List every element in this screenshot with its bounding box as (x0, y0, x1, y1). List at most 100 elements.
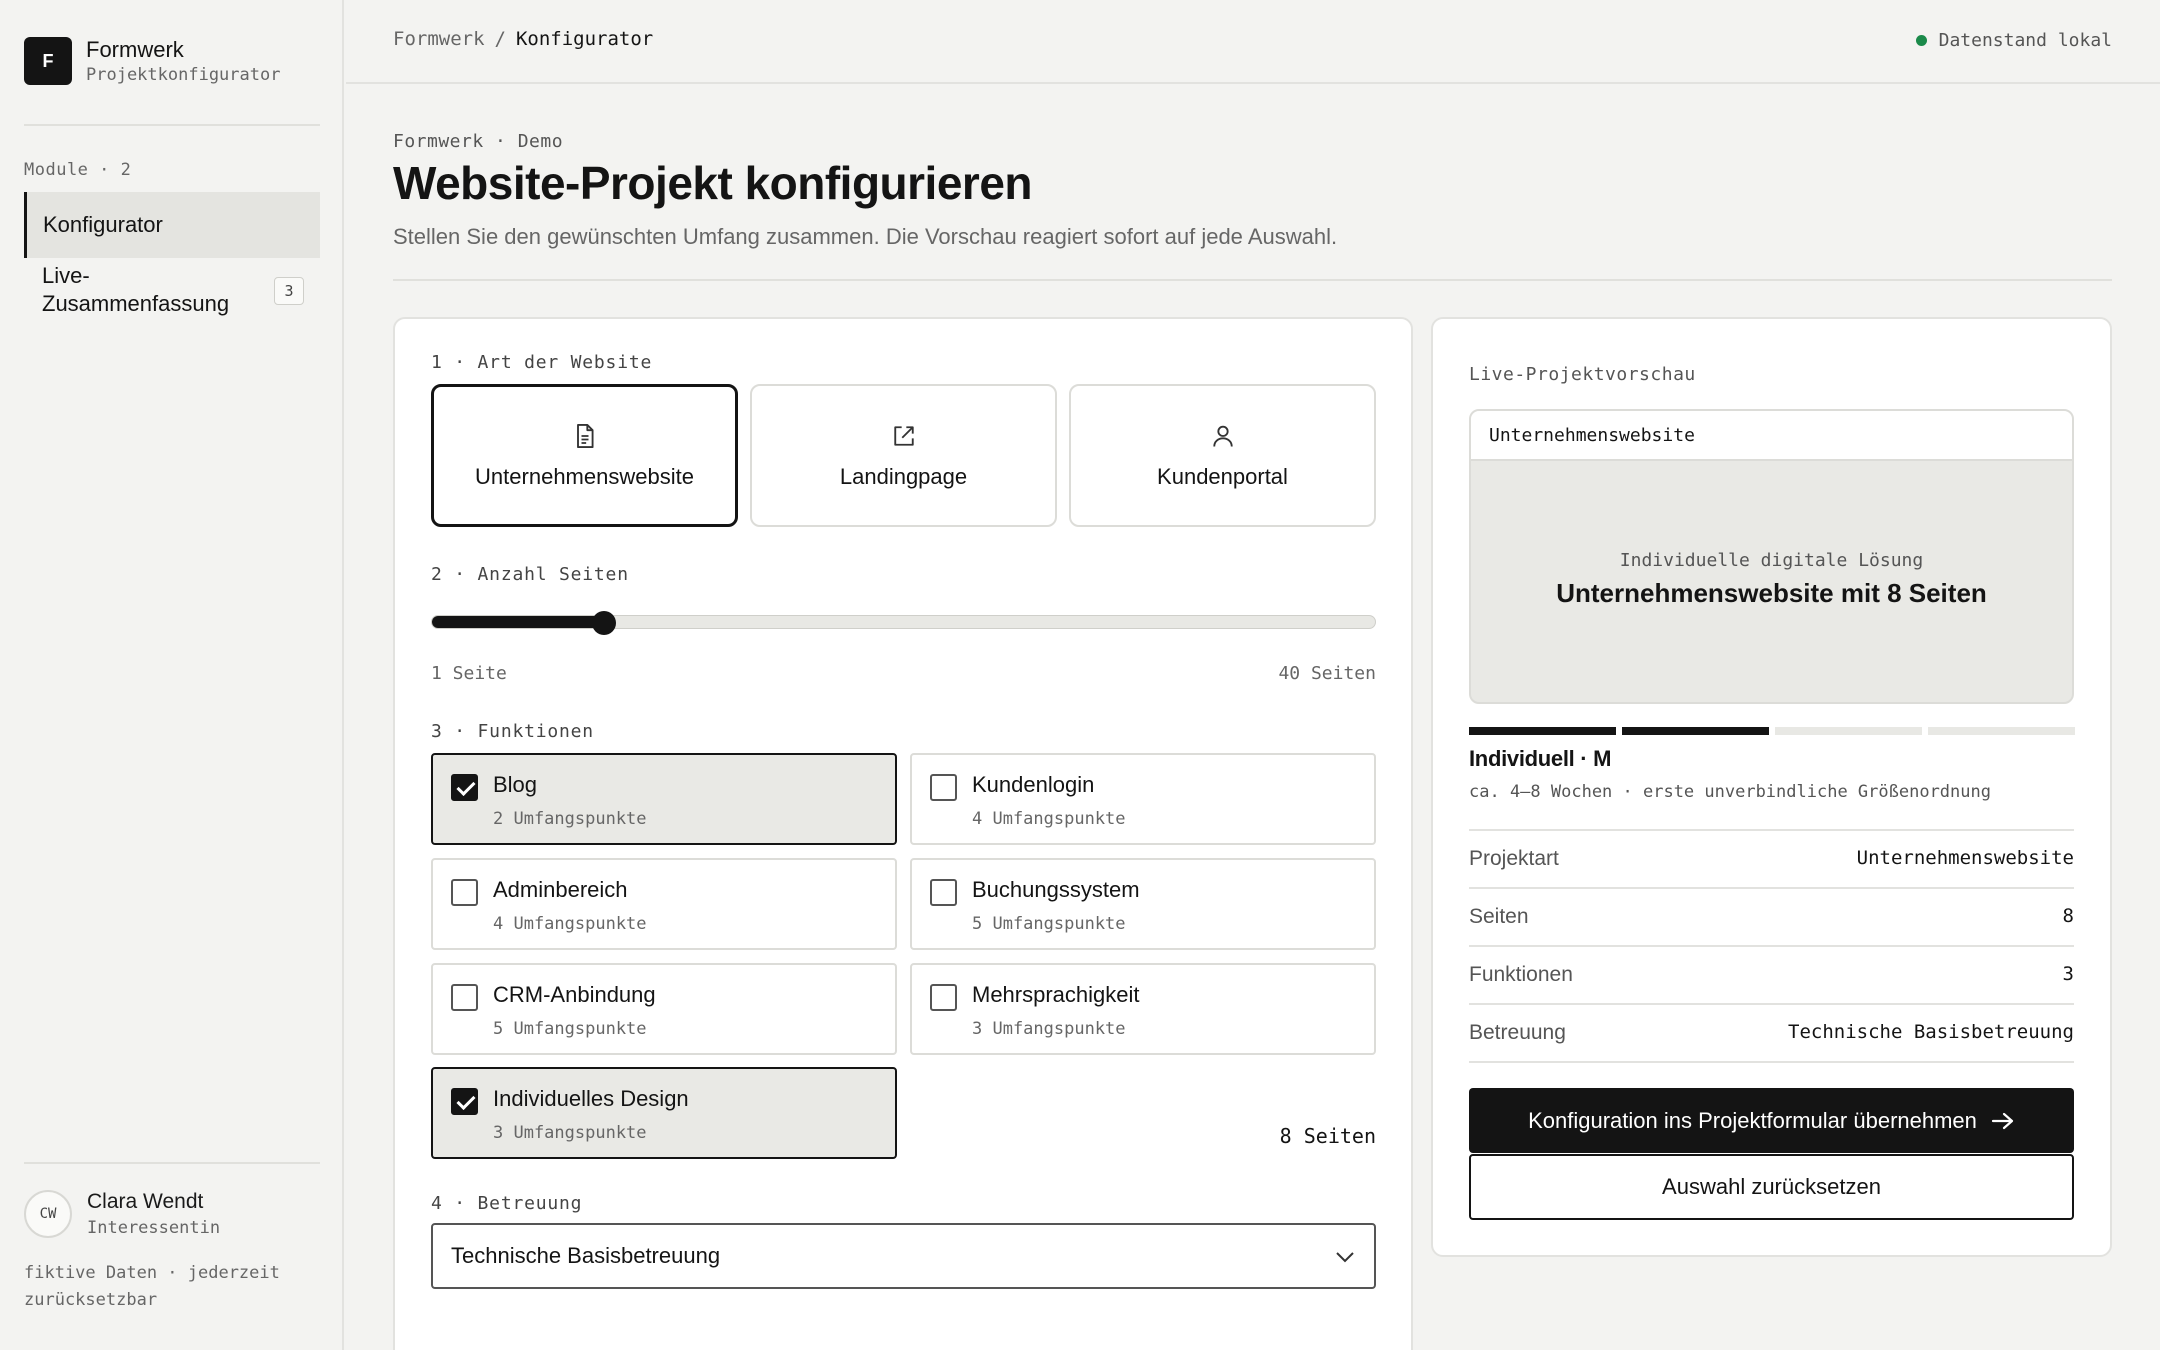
feature-option-crm-anbindung[interactable]: CRM-Anbindung 5 Umfangspunkte (431, 963, 897, 1055)
document-icon (576, 423, 594, 448)
feature-option-buchungssystem[interactable]: Buchungssystem 5 Umfangspunkte (910, 858, 1376, 950)
tier-label: Individuell · M (1469, 746, 1612, 771)
type-option-label: Unternehmenswebsite (475, 463, 694, 489)
sidebar-divider (24, 1162, 320, 1164)
topbar: Formwerk / Konfigurator Datenstand lokal (346, 0, 2160, 84)
sidebar-item-label: Konfigurator (43, 212, 163, 237)
feature-points: 3 Umfangspunkte (972, 1019, 1126, 1039)
scope-level-segment (1622, 727, 1769, 735)
feature-name: CRM-Anbindung (493, 982, 656, 1007)
checkbox[interactable] (930, 984, 957, 1011)
summary-value: Unternehmenswebsite (1856, 847, 2074, 869)
feature-option-mehrsprachigkeit[interactable]: Mehrsprachigkeit 3 Umfangspunkte (910, 963, 1376, 1055)
breadcrumb-root[interactable]: Formwerk (393, 28, 485, 50)
breadcrumb: Formwerk / Konfigurator (393, 28, 653, 50)
support-select[interactable]: Technische Basisbetreuung (431, 1223, 1376, 1289)
feature-name: Kundenlogin (972, 772, 1095, 797)
feature-option-adminbereich[interactable]: Adminbereich 4 Umfangspunkte (431, 858, 897, 950)
user-profile[interactable]: CW Clara Wendt Interessentin (24, 1190, 220, 1238)
preview-label: Live-Projektvorschau (1469, 364, 1696, 385)
brand: F Formwerk Projektkonfigurator (24, 37, 280, 85)
section-label-features: 3 · Funktionen (431, 721, 594, 742)
section-label-type: 1 · Art der Website (431, 352, 653, 373)
page-eyebrow: Formwerk · Demo (393, 131, 564, 152)
sidebar-item-konfigurator[interactable]: Konfigurator (24, 192, 320, 258)
feature-name: Buchungssystem (972, 877, 1140, 902)
status-text: Datenstand lokal (1938, 30, 2112, 51)
type-option-unternehmenswebsite[interactable]: Unternehmenswebsite (431, 384, 738, 527)
feature-points: 2 Umfangspunkte (493, 809, 647, 829)
page-subtitle: Stellen Sie den gewünschten Umfang zusam… (393, 224, 1338, 249)
feature-points: 4 Umfangspunkte (972, 809, 1126, 829)
feature-option-individuelles-design[interactable]: Individuelles Design 3 Umfangspunkte (431, 1067, 897, 1159)
summary-key: Seiten (1469, 905, 1529, 928)
support-select-value: Technische Basisbetreuung (451, 1243, 721, 1268)
tier-subtitle: ca. 4–8 Wochen · erste unverbindliche Gr… (1469, 782, 1991, 802)
type-option-kundenportal[interactable]: Kundenportal (1069, 384, 1376, 527)
footnote: fiktive Daten · jederzeit zurücksetzbar (24, 1263, 280, 1310)
apply-configuration-button[interactable]: Konfiguration ins Projektformular überne… (1469, 1088, 2074, 1153)
scope-level-segment (1775, 727, 1922, 735)
type-option-label: Kundenportal (1157, 463, 1288, 489)
sidebar-divider (24, 124, 320, 126)
brand-title: Formwerk (86, 37, 184, 62)
slider-min-label: 1 Seite (431, 663, 507, 684)
pages-slider-fill (432, 616, 602, 628)
apply-configuration-label: Konfiguration ins Projektformular überne… (1528, 1107, 1977, 1133)
summary-row-projektart: Projektart Unternehmenswebsite (1469, 829, 2074, 887)
feature-name: Adminbereich (493, 877, 628, 902)
feature-option-kundenlogin[interactable]: Kundenlogin 4 Umfangspunkte (910, 753, 1376, 845)
reset-selection-button[interactable]: Auswahl zurücksetzen (1469, 1154, 2074, 1220)
checkbox[interactable] (930, 774, 957, 801)
scope-level-segment (1928, 727, 2075, 735)
sidebar-item-live-zusammenfassung[interactable]: Live- Zusammenfassung 3 (24, 262, 320, 326)
feature-points: 4 Umfangspunkte (493, 914, 647, 934)
summary-row-betreuung: Betreuung Technische Basisbetreuung (1469, 1003, 2074, 1061)
summary-divider (1469, 1061, 2074, 1063)
feature-name: Individuelles Design (493, 1086, 689, 1111)
summary-value: 8 (2062, 905, 2074, 927)
section-label-support: 4 · Betreuung (431, 1193, 583, 1214)
feature-points: 5 Umfangspunkte (972, 914, 1126, 934)
sidebar: F Formwerk Projektkonfigurator Module · … (0, 0, 344, 1350)
feature-points: 3 Umfangspunkte (493, 1123, 647, 1143)
type-option-label: Landingpage (839, 463, 968, 489)
feature-option-blog[interactable]: Blog 2 Umfangspunkte (431, 753, 897, 845)
avatar: CW (24, 1190, 72, 1238)
user-name: Clara Wendt (87, 1190, 204, 1213)
breadcrumb-separator: / (494, 28, 506, 50)
status-dot-icon (1915, 35, 1927, 46)
checkbox[interactable] (930, 879, 957, 906)
reset-selection-label: Auswahl zurücksetzen (1662, 1174, 1881, 1199)
pages-slider-track[interactable] (431, 615, 1376, 629)
summary-value: Technische Basisbetreuung (1788, 1021, 2074, 1043)
slider-max-label: 40 Seiten (1278, 663, 1376, 684)
preview-window: Unternehmenswebsite Individuelle digital… (1469, 409, 2074, 704)
page-title: Website-Projekt konfigurieren (393, 157, 1033, 209)
summary-key: Projektart (1469, 847, 1559, 870)
breadcrumb-current: Konfigurator (515, 28, 654, 50)
preview-window-title: Unternehmenswebsite (1471, 411, 2072, 461)
header-divider (393, 279, 2112, 281)
preview-kicker: Individuelle digitale Lösung (1619, 550, 1924, 571)
brand-subtitle: Projektkonfigurator (86, 65, 281, 85)
summary-key: Funktionen (1469, 963, 1573, 986)
preview-headline: Unternehmenswebsite mit 8 Seiten (1556, 578, 1987, 608)
pages-slider-thumb[interactable] (591, 611, 616, 635)
section-label-pages: 2 · Anzahl Seiten (431, 564, 629, 585)
pages-value: 8 Seiten (1279, 1124, 1376, 1148)
summary-row-seiten: Seiten 8 (1469, 887, 2074, 945)
checkbox[interactable] (451, 984, 478, 1011)
feature-name: Mehrsprachigkeit (972, 982, 1140, 1007)
user-icon (1212, 425, 1233, 447)
summary-row-funktionen: Funktionen 3 (1469, 945, 2074, 1003)
type-option-landingpage[interactable]: Landingpage (750, 384, 1057, 527)
sidebar-item-label: Live- Zusammenfassung (42, 263, 230, 316)
checkbox[interactable] (451, 1088, 478, 1115)
module-heading: Module · 2 (24, 160, 132, 180)
checkbox[interactable] (451, 879, 478, 906)
arrow-right-icon (1991, 1112, 2014, 1129)
checkbox[interactable] (451, 774, 478, 801)
scope-level-segment (1469, 727, 1616, 735)
summary-key: Betreuung (1469, 1021, 1566, 1044)
